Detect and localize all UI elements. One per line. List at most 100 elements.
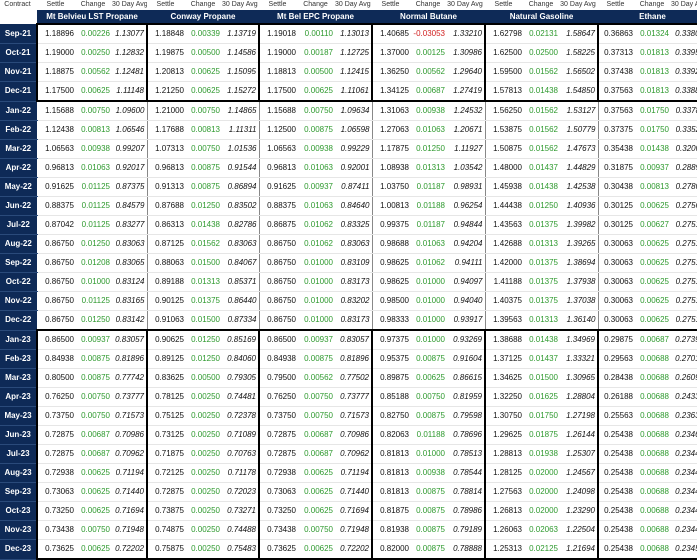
avg-30day-cell: 0.99207	[112, 139, 148, 159]
change-column-label: Change	[415, 1, 441, 8]
avg-30day-cell: 0.83173	[335, 310, 373, 331]
settle-cell: 1.41188	[485, 272, 524, 292]
table-row: Oct-23 0.73250 0.00625 0.71694 0.73875 0.0025…	[0, 501, 697, 521]
avg-column-label: 30 Day Avg	[222, 1, 258, 8]
avg-30day-cell: 0.83202	[335, 291, 373, 311]
avg-30day-cell: 0.72202	[335, 539, 373, 560]
settle-cell: 1.18896	[36, 23, 76, 44]
avg-30day-cell: 0.72023	[222, 482, 260, 502]
avg-30day-cell: 1.30986	[447, 43, 486, 63]
change-cell: 0.01000	[298, 253, 335, 273]
avg-30day-cell: 0.75483	[222, 539, 260, 560]
settle-cell: 0.72875	[36, 425, 76, 445]
change-cell: 0.01438	[524, 177, 560, 197]
avg-30day-cell: 0.83325	[335, 215, 373, 235]
settle-cell: 0.30063	[598, 272, 635, 292]
contract-month-cell: Mar-23	[0, 368, 38, 388]
avg-30day-cell: 0.27519	[671, 215, 697, 235]
avg-30day-cell: 0.78986	[447, 501, 486, 521]
change-cell: 0.00625	[635, 196, 671, 216]
settle-cell: 1.40375	[485, 291, 524, 311]
avg-30day-cell: 1.14865	[222, 100, 260, 121]
change-cell: 0.01188	[411, 425, 447, 445]
table-row: Aug-22 0.86750 0.01250 0.83063 0.87125 0.0156…	[0, 234, 697, 254]
avg-30day-cell: 0.79305	[222, 368, 260, 388]
avg-30day-cell: 0.83165	[112, 291, 148, 311]
avg-30day-cell: 1.37038	[560, 291, 599, 311]
change-cell: 0.00625	[635, 253, 671, 273]
avg-30day-cell: 0.70962	[112, 444, 148, 464]
change-cell: 0.01437	[524, 158, 560, 178]
settle-cell: 0.96813	[259, 158, 298, 178]
avg-30day-cell: 1.30965	[560, 368, 599, 388]
price-grid: Contract Settle Change 30 Day Avg Settle…	[0, 0, 697, 560]
change-cell: 0.01562	[524, 139, 560, 159]
settle-cell: 1.37000	[371, 43, 411, 63]
avg-30day-cell: 1.14586	[222, 43, 260, 63]
settle-cell: 0.73750	[258, 406, 298, 426]
settle-column-label: Settle	[156, 1, 175, 8]
change-cell: 0.01313	[186, 272, 222, 292]
contract-month-cell: Dec-23	[0, 539, 38, 560]
settle-cell: 1.03750	[372, 177, 411, 197]
avg-30day-cell: 0.71694	[335, 501, 373, 521]
avg-30day-cell: 0.79189	[447, 520, 486, 540]
change-cell: 0.01000	[298, 291, 335, 311]
avg-30day-cell: 0.26094	[671, 368, 697, 388]
settle-cell: 0.37375	[598, 120, 635, 140]
settle-cell: 0.73875	[146, 501, 186, 521]
avg-30day-cell: 1.13077	[112, 23, 148, 44]
settle-cell: 1.19000	[258, 43, 298, 63]
change-cell: 0.01750	[524, 406, 560, 426]
header-spacer	[0, 10, 37, 24]
avg-30day-cell: 1.29640	[447, 62, 486, 82]
settle-cell: 0.36863	[597, 23, 635, 44]
avg-30day-cell: 1.39982	[560, 215, 599, 235]
avg-30day-cell: 0.27519	[671, 253, 697, 273]
settle-cell: 1.07313	[147, 139, 186, 159]
settle-cell: 0.82750	[371, 406, 411, 426]
avg-30day-cell: 0.83277	[112, 215, 148, 235]
avg-30day-cell: 0.71694	[112, 501, 148, 521]
avg-column-label: 30 Day Avg	[335, 1, 371, 8]
change-cell: 0.00625	[298, 81, 335, 102]
avg-30day-cell: 0.27565	[671, 196, 697, 216]
contract-month-cell: Mar-22	[0, 139, 38, 159]
avg-30day-cell: 0.79598	[447, 406, 486, 426]
change-cell: 0.00938	[76, 139, 112, 159]
settle-cell: 1.37125	[484, 349, 524, 369]
avg-30day-cell: 0.71573	[112, 406, 148, 426]
settle-cell: 0.75125	[146, 406, 186, 426]
settle-cell: 1.20813	[146, 62, 186, 82]
change-cell: 0.00937	[76, 329, 112, 350]
change-cell: 0.00625	[635, 310, 671, 331]
change-column-label: Change	[639, 1, 665, 8]
change-cell: 0.00250	[186, 520, 222, 540]
change-cell: 0.01313	[524, 310, 560, 331]
change-cell: 0.01063	[298, 196, 335, 216]
avg-30day-cell: 0.33527	[671, 120, 697, 140]
avg-column-label: 30 Day Avg	[671, 1, 697, 8]
settle-cell: 1.06563	[259, 139, 298, 159]
settle-cell: 0.95375	[371, 349, 411, 369]
settle-cell: 1.34125	[371, 81, 411, 102]
avg-30day-cell: 0.87375	[112, 177, 148, 197]
change-cell: 0.00938	[298, 139, 335, 159]
avg-30day-cell: 0.71948	[112, 520, 148, 540]
settle-cell: 0.28438	[597, 368, 635, 388]
avg-30day-cell: 1.15095	[222, 62, 260, 82]
settle-cell: 0.98625	[372, 253, 411, 273]
avg-30day-cell: 0.83173	[335, 272, 373, 292]
contract-month-cell: Nov-23	[0, 520, 38, 540]
avg-30day-cell: 1.44829	[560, 158, 599, 178]
settle-cell: 0.81813	[371, 463, 411, 483]
table-row: Apr-22 0.96813 0.01063 0.92017 0.96813 0.0087…	[0, 158, 697, 178]
change-cell: 0.01562	[524, 100, 560, 121]
avg-30day-cell: 1.40936	[560, 196, 599, 216]
table-row: Nov-21 1.18875 0.00562 1.12481 1.20813 0.0062…	[0, 62, 697, 82]
change-cell: 0.00250	[186, 482, 222, 502]
settle-cell: 0.86750	[259, 291, 298, 311]
change-cell: 0.00250	[186, 539, 222, 560]
change-cell: 0.00625	[635, 272, 671, 292]
change-cell: 0.01813	[635, 62, 671, 82]
